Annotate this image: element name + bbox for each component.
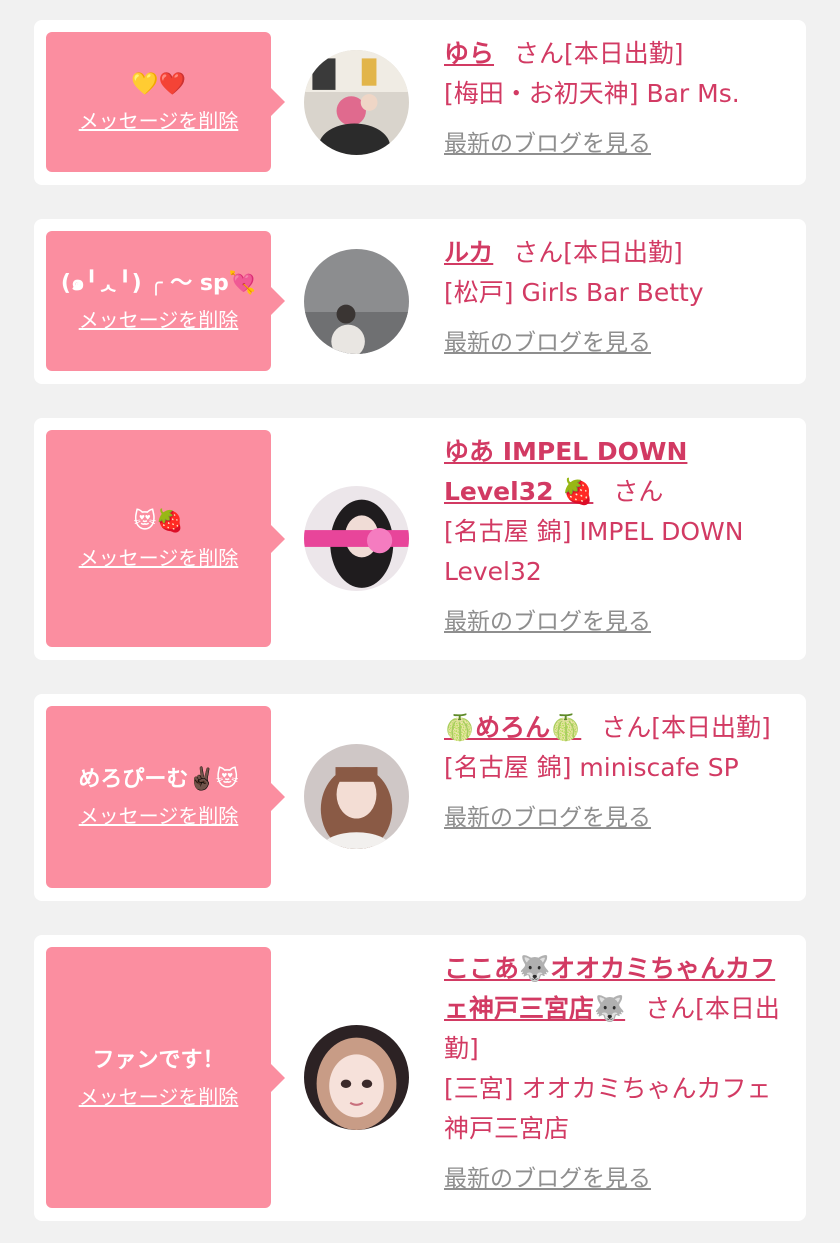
avatar[interactable]: [304, 744, 409, 849]
shop-name: [三宮] オオカミちゃんカフェ神戸三宮店: [444, 1074, 772, 1143]
message-bubble: 💛❤️ メッセージを削除: [46, 32, 285, 172]
cast-info: ルカ さん[本日出勤] [松戸] Girls Bar Betty 最新のブログを見…: [444, 233, 794, 363]
message-text: 😻🍓: [133, 508, 184, 534]
cast-suffix: さん[本日出勤]: [513, 238, 683, 267]
avatar-photo-icon: [304, 744, 409, 849]
latest-blog-link[interactable]: 最新のブログを見る: [444, 323, 651, 363]
latest-blog-link[interactable]: 最新のブログを見る: [444, 1159, 651, 1199]
shop-name: [名古屋 錦] IMPEL DOWN Level32: [444, 517, 744, 586]
message-text: (๑╹ᆺ╹) ╭ 〜 sp💘: [60, 271, 257, 296]
list-item: (๑╹ᆺ╹) ╭ 〜 sp💘 メッセージを削除 ルカ さん[本日出勤] [松戸] …: [34, 219, 806, 384]
cast-info: ここあ🐺オオカミちゃんカフェ神戸三宮店🐺 さん[本日出勤] [三宮] オオカミちゃ…: [444, 949, 794, 1199]
message-bubble: ファンです！ メッセージを削除: [46, 947, 285, 1208]
fan-message-list: 💛❤️ メッセージを削除 ゆら さん[本日出勤] [梅田・お初天神] Bar Ms…: [0, 0, 840, 1243]
message-text: 💛❤️: [131, 72, 186, 97]
message-text: めろぴーむ✌🏿😻: [78, 767, 239, 792]
cast-name-link[interactable]: ルカ: [444, 238, 493, 267]
delete-message-link[interactable]: メッセージを削除: [79, 108, 239, 134]
list-item: ファンです！ メッセージを削除 ここあ🐺オオカミちゃんカフェ神戸三宮店🐺 さん[本…: [34, 935, 806, 1221]
avatar[interactable]: [304, 1025, 409, 1130]
avatar-photo-icon: [304, 249, 409, 354]
shop-name: [梅田・お初天神] Bar Ms.: [444, 79, 740, 108]
latest-blog-link[interactable]: 最新のブログを見る: [444, 124, 651, 164]
avatar[interactable]: [304, 249, 409, 354]
message-bubble: めろぴーむ✌🏿😻 メッセージを削除: [46, 706, 285, 888]
list-item: 💛❤️ メッセージを削除 ゆら さん[本日出勤] [梅田・お初天神] Bar Ms…: [34, 20, 806, 185]
avatar-photo-icon: [304, 486, 409, 591]
delete-message-link[interactable]: メッセージを削除: [79, 1084, 239, 1110]
shop-name: [松戸] Girls Bar Betty: [444, 278, 704, 307]
cast-name-link[interactable]: ゆら: [444, 39, 494, 68]
shop-name: [名古屋 錦] miniscafe SP: [444, 753, 739, 782]
avatar-photo-icon: [304, 1025, 409, 1130]
cast-suffix: さん[本日出勤]: [601, 713, 771, 742]
avatar[interactable]: [304, 486, 409, 591]
delete-message-link[interactable]: メッセージを削除: [79, 545, 239, 571]
cast-suffix: さん[本日出勤]: [514, 39, 684, 68]
latest-blog-link[interactable]: 最新のブログを見る: [444, 798, 651, 838]
list-item: 😻🍓 メッセージを削除 ゆあ IMPEL DOWN Level32 🍓 さん [名…: [34, 418, 806, 660]
cast-name-link[interactable]: 🍈めろん🍈: [444, 713, 581, 742]
delete-message-link[interactable]: メッセージを削除: [79, 803, 239, 829]
delete-message-link[interactable]: メッセージを削除: [79, 307, 239, 333]
list-item: めろぴーむ✌🏿😻 メッセージを削除 🍈めろん🍈 さん[本日出勤] [名古屋 錦] …: [34, 694, 806, 901]
message-bubble: (๑╹ᆺ╹) ╭ 〜 sp💘 メッセージを削除: [46, 231, 285, 371]
cast-info: 🍈めろん🍈 さん[本日出勤] [名古屋 錦] miniscafe SP 最新のブロ…: [444, 708, 794, 838]
message-bubble: 😻🍓 メッセージを削除: [46, 430, 285, 647]
latest-blog-link[interactable]: 最新のブログを見る: [444, 602, 651, 642]
avatar[interactable]: [304, 50, 409, 155]
cast-info: ゆら さん[本日出勤] [梅田・お初天神] Bar Ms. 最新のブログを見る: [444, 34, 794, 164]
cast-info: ゆあ IMPEL DOWN Level32 🍓 さん [名古屋 錦] IMPEL …: [444, 432, 794, 642]
message-text: ファンです！: [92, 1047, 225, 1073]
avatar-photo-icon: [304, 50, 409, 155]
cast-suffix: さん: [613, 477, 664, 506]
